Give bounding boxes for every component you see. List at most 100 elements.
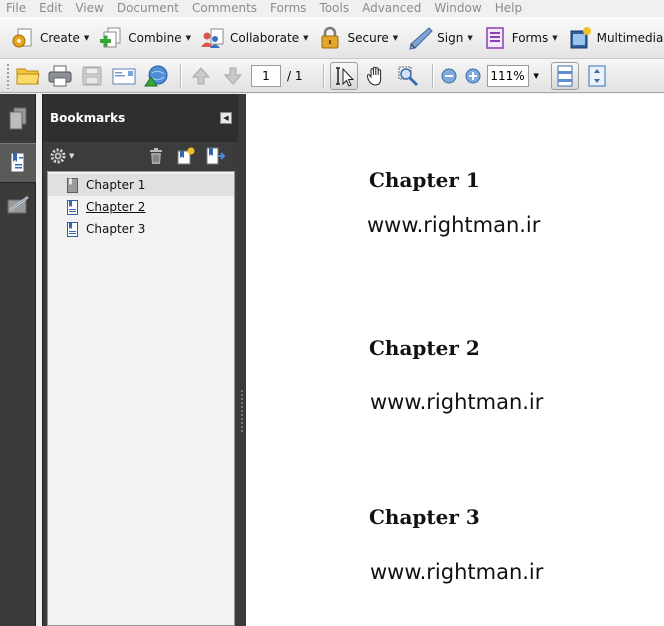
fit-page-icon	[588, 65, 606, 86]
chevron-down-icon: ▼	[185, 33, 192, 42]
menu-view[interactable]: View	[75, 0, 103, 17]
menu-document[interactable]: Document	[117, 0, 179, 17]
zoom-marquee-icon	[398, 66, 418, 86]
marquee-zoom-button[interactable]	[394, 62, 422, 90]
menu-advanced[interactable]: Advanced	[362, 0, 421, 17]
menu-tools[interactable]: Tools	[320, 0, 350, 17]
bookmarks-panel: Bookmarks ◀ ▼ Chapter 1 Chapter 2 Chapte…	[42, 94, 238, 626]
bookmark-item-chapter-1[interactable]: Chapter 1	[48, 174, 234, 196]
envelope-icon	[112, 68, 136, 84]
scrolling-mode-button[interactable]	[550, 61, 579, 90]
menu-edit[interactable]: Edit	[39, 0, 62, 17]
delete-bookmark-button[interactable]	[149, 148, 163, 167]
pages-panel-button[interactable]	[0, 99, 36, 139]
bookmark-label: Chapter 3	[86, 222, 146, 236]
film-icon	[567, 25, 593, 51]
bookmark-item-chapter-2[interactable]: Chapter 2	[48, 196, 234, 218]
bookmark-grey-icon	[67, 177, 78, 193]
menu-help[interactable]: Help	[495, 0, 522, 17]
open-button[interactable]	[14, 62, 42, 90]
menu-forms[interactable]: Forms	[270, 0, 306, 17]
options-menu-button[interactable]: ▼	[49, 147, 74, 165]
create-button[interactable]: Create ▼	[10, 23, 89, 53]
chapter-1-url: www.rightman.ir	[367, 213, 541, 237]
text-select-cursor-icon	[335, 66, 354, 87]
collapse-panel-button[interactable]: ◀	[220, 112, 232, 124]
printer-icon	[48, 65, 72, 86]
expand-bookmark-button[interactable]	[206, 147, 226, 168]
toolbar-grip[interactable]	[6, 62, 10, 89]
new-bookmark-icon	[177, 147, 195, 165]
panel-splitter[interactable]	[238, 94, 246, 626]
chapter-3-heading: Chapter 3	[369, 505, 480, 529]
combine-button[interactable]: Combine ▼	[98, 23, 191, 53]
collaborate-people-icon	[200, 25, 226, 51]
collaborate-button[interactable]: Collaborate ▼	[200, 23, 308, 53]
email-button[interactable]	[110, 62, 138, 90]
common-toolbar: 1 / 1 111% ▼	[0, 59, 664, 93]
hand-tool-button[interactable]	[362, 62, 390, 90]
chapter-1-heading: Chapter 1	[369, 168, 480, 192]
page-total: / 1	[287, 68, 303, 83]
chevron-down-icon: ▼	[392, 33, 399, 42]
zoom-level-input[interactable]: 111%	[486, 64, 529, 87]
pen-icon	[407, 25, 433, 51]
page-number-input[interactable]: 1	[251, 64, 281, 87]
padlock-icon	[317, 25, 343, 51]
collaborate-share-button[interactable]	[142, 62, 170, 90]
bookmarks-panel-header: Bookmarks ◀	[43, 94, 238, 142]
toolbar-separator	[431, 63, 433, 88]
bookmarks-icon	[10, 152, 25, 173]
chapter-2-url: www.rightman.ir	[370, 390, 544, 414]
bookmarks-panel-title: Bookmarks	[50, 111, 126, 125]
new-bookmark-button[interactable]	[177, 147, 195, 168]
gear-icon	[50, 148, 66, 164]
chevron-down-icon: ▼	[69, 152, 75, 160]
collaborate-label: Collaborate	[230, 30, 300, 45]
select-tool-button[interactable]	[329, 61, 358, 90]
zoom-in-icon	[465, 68, 480, 83]
zoom-out-icon	[441, 68, 456, 83]
bookmark-label: Chapter 2	[86, 200, 146, 214]
bookmarks-panel-button[interactable]	[0, 143, 36, 183]
document-page: Chapter 1 www.rightman.ir Chapter 2 www.…	[246, 94, 664, 626]
trash-icon	[150, 148, 162, 164]
chevron-down-icon: ▼	[303, 33, 309, 42]
signatures-panel-button[interactable]	[0, 185, 36, 225]
zoom-out-button[interactable]	[439, 62, 459, 90]
next-page-button[interactable]	[219, 62, 247, 90]
bookmark-label: Chapter 1	[86, 178, 146, 192]
bookmark-blue-icon	[67, 221, 78, 237]
bookmarks-tree: Chapter 1 Chapter 2 Chapter 3	[47, 171, 235, 626]
previous-page-button[interactable]	[187, 62, 215, 90]
arrow-up-icon	[191, 66, 211, 84]
menu-comments[interactable]: Comments	[192, 0, 257, 17]
navigation-rail	[0, 94, 36, 626]
save-button[interactable]	[78, 62, 106, 90]
multimedia-button[interactable]: Multimedia ▼	[567, 23, 664, 53]
signature-pen-icon	[7, 195, 29, 214]
hand-icon	[366, 66, 381, 86]
zoom-dropdown-chevron-icon[interactable]: ▼	[534, 72, 539, 80]
splitter-grip[interactable]	[240, 389, 244, 433]
combine-plus-icon	[98, 25, 124, 51]
toolbar-separator	[180, 63, 181, 88]
fit-page-button[interactable]	[583, 62, 611, 90]
create-gear-icon	[10, 25, 36, 51]
chevron-down-icon: ▼	[552, 33, 558, 42]
combine-label: Combine	[128, 30, 182, 45]
sign-button[interactable]: Sign ▼	[407, 23, 473, 53]
pages-icon	[9, 107, 27, 130]
menu-window[interactable]: Window	[434, 0, 481, 17]
forms-icon	[482, 25, 508, 51]
zoom-in-button[interactable]	[463, 62, 483, 90]
arrow-down-icon	[223, 67, 243, 85]
secure-button[interactable]: Secure ▼	[317, 23, 398, 53]
print-button[interactable]	[46, 62, 74, 90]
toolbar-separator	[322, 63, 324, 88]
menu-file[interactable]: File	[6, 0, 26, 17]
multimedia-label: Multimedia	[596, 30, 664, 45]
chevron-down-icon: ▼	[467, 33, 473, 42]
forms-button[interactable]: Forms ▼	[482, 23, 558, 53]
bookmark-item-chapter-3[interactable]: Chapter 3	[48, 218, 234, 240]
